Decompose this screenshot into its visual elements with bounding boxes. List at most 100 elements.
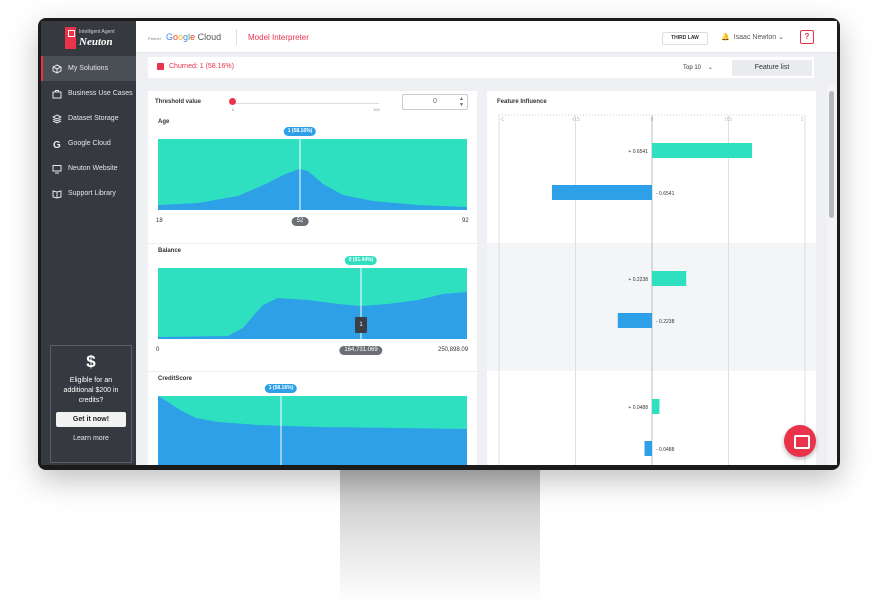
hover-tooltip: 1 xyxy=(355,317,367,333)
chat-button[interactable] xyxy=(784,425,816,457)
sidebar-item-neuton-website[interactable]: Neuton Website xyxy=(41,156,136,181)
tick-label: 1 xyxy=(801,117,804,123)
partner-label: Partner xyxy=(148,36,162,41)
negative-value-label: - 0.6541 xyxy=(656,191,675,197)
credit-promo: $ Eligible for an additional $200 in cre… xyxy=(50,345,132,463)
tick-label: -0.5 xyxy=(571,117,580,123)
sidebar-item-support-library[interactable]: Support Library xyxy=(41,181,136,206)
positive-influence-bar xyxy=(652,399,660,414)
page-scrollbar[interactable] xyxy=(827,85,837,465)
sidebar-nav: My Solutions Business Use Cases Dataset St… xyxy=(41,56,136,206)
monitor-stand xyxy=(340,468,540,603)
google-letter: G xyxy=(166,32,174,42)
feature-influence-panel: Feature Influence -1 -0.5 0 0.5 1 + 0.6541- 0… xyxy=(487,91,816,465)
chevron-down-icon: ⌄ xyxy=(702,65,713,71)
get-it-now-button[interactable]: Get it now! xyxy=(56,412,126,427)
sidebar-item-label: Google Cloud xyxy=(68,140,111,147)
current-value-pill: 164,731.069 xyxy=(339,346,383,355)
slider-max-label: 100 xyxy=(373,107,380,112)
positive-value-label: + 0.6541 xyxy=(628,149,648,155)
sidebar-item-business-use-cases[interactable]: Business Use Cases xyxy=(41,81,136,106)
monitor-icon xyxy=(52,164,62,173)
churned-status: Churned: 1 (58.16%) xyxy=(169,63,234,70)
threshold-label: Threshold value xyxy=(155,99,202,105)
sidebar-item-label: Neuton Website xyxy=(68,165,118,172)
cloud-word: Cloud xyxy=(195,32,222,42)
user-name: Isaac Newton xyxy=(733,34,777,41)
axis-min-label: 0 xyxy=(156,347,160,353)
negative-value-label: - 0.0488 xyxy=(656,447,675,453)
current-value-pill: 52 xyxy=(291,217,309,226)
axis-max-label: 250,898.09 xyxy=(438,347,469,353)
negative-influence-bar xyxy=(617,313,652,328)
feature-influence-chart: -1 -0.5 0 0.5 1 + 0.6541 - 0.6541 + 0.2238 - 0.2… xyxy=(498,114,806,465)
feature-name: Age xyxy=(158,119,170,125)
sidebar-item-dataset-storage[interactable]: Dataset Storage xyxy=(41,106,136,131)
feature-section-balance: Balance 0 (51.44%) 1 0 164,731.069 250,8… xyxy=(148,243,477,371)
page-title: Model Interpreter xyxy=(248,33,309,42)
balance-distribution-chart xyxy=(158,268,467,339)
logo-mark-icon xyxy=(65,27,76,49)
sidebar-item-google-cloud[interactable]: G Google Cloud xyxy=(41,131,136,156)
feature-name: Balance xyxy=(158,248,182,254)
app-screen: Intelligent Agent Neuton My Solutions Bus… xyxy=(41,21,837,465)
axis-max-label: 92 xyxy=(462,218,469,224)
logo-tagline: Intelligent Agent xyxy=(79,29,115,35)
top-n-value: Top 10 xyxy=(683,65,702,71)
layers-icon xyxy=(52,113,62,124)
slider-min-label: 0 xyxy=(232,107,235,112)
feature-list-button[interactable]: Feature list xyxy=(732,60,812,76)
negative-influence-bar xyxy=(551,185,652,200)
axis-min-label: 18 xyxy=(156,218,163,224)
feature-section-age: Age 1 (58.16%) 18 52 92 xyxy=(148,115,477,243)
sidebar-item-label: Support Library xyxy=(68,190,116,197)
feature-distribution-panel: Threshold value 0 100 0 ▲ ▼ Age 1 (58.16%… xyxy=(148,91,477,465)
threshold-input-value: 0 xyxy=(433,98,437,105)
threshold-slider-track[interactable] xyxy=(234,103,379,104)
creditscore-distribution-chart xyxy=(158,396,467,465)
positive-influence-bar xyxy=(652,143,753,158)
chevron-down-icon: ⌄ xyxy=(778,34,784,41)
positive-value-label: + 0.0488 xyxy=(628,405,648,411)
positive-influence-bar xyxy=(652,271,687,286)
dollar-icon: $ xyxy=(86,352,96,371)
sidebar-item-my-solutions[interactable]: My Solutions xyxy=(41,56,136,81)
top-n-select[interactable]: Top 10 ⌄ xyxy=(683,64,713,71)
negative-influence-bar xyxy=(644,441,652,456)
stepper-icon[interactable]: ▲ ▼ xyxy=(459,96,464,108)
cube-icon xyxy=(52,63,62,74)
book-icon xyxy=(52,189,62,199)
google-cloud-logo: Google Cloud xyxy=(166,32,221,42)
threshold-slider-handle[interactable] xyxy=(229,98,236,105)
age-distribution-chart xyxy=(158,139,467,210)
briefcase-icon xyxy=(52,89,62,98)
logo-name: Neuton xyxy=(79,36,113,48)
tick-label: 0 xyxy=(651,117,654,123)
feature-name: CreditScore xyxy=(158,376,193,382)
status-bar: Churned: 1 (58.16%) Top 10 ⌄ Feature lis… xyxy=(148,57,814,78)
top-bar: Partner Google Cloud Model Interpreter T… xyxy=(136,21,837,53)
prediction-bubble: 1 (58.16%) xyxy=(283,127,317,136)
negative-value-label: - 0.2238 xyxy=(656,319,675,325)
threshold-input[interactable]: 0 ▲ ▼ xyxy=(402,94,468,110)
scroll-thumb[interactable] xyxy=(829,91,834,218)
prediction-bubble: 1 (58.16%) xyxy=(264,384,298,393)
help-button[interactable]: ? xyxy=(800,30,814,44)
divider xyxy=(236,29,237,45)
sidebar: Intelligent Agent Neuton My Solutions Bus… xyxy=(41,21,136,465)
feature-section-creditscore: CreditScore 1 (58.16%) xyxy=(148,371,477,465)
google-icon: G xyxy=(53,140,61,149)
svg-text:G: G xyxy=(53,140,61,149)
third-law-button[interactable]: THIRD LAW xyxy=(662,32,708,45)
prediction-bubble: 0 (51.44%) xyxy=(344,256,378,265)
positive-value-label: + 0.2238 xyxy=(628,277,648,283)
user-menu[interactable]: 🔔 Isaac Newton ⌄ xyxy=(721,33,784,41)
bell-icon[interactable]: 🔔 xyxy=(721,34,730,41)
sidebar-item-label: Dataset Storage xyxy=(68,115,119,122)
tick-label: -1 xyxy=(500,117,505,123)
credit-text: Eligible for an additional $200 in credi… xyxy=(63,377,119,404)
neuton-logo[interactable]: Intelligent Agent Neuton xyxy=(65,27,125,51)
sidebar-item-label: Business Use Cases xyxy=(68,90,133,97)
tick-label: 0.5 xyxy=(725,117,732,123)
learn-more-link[interactable]: Learn more xyxy=(51,435,131,442)
